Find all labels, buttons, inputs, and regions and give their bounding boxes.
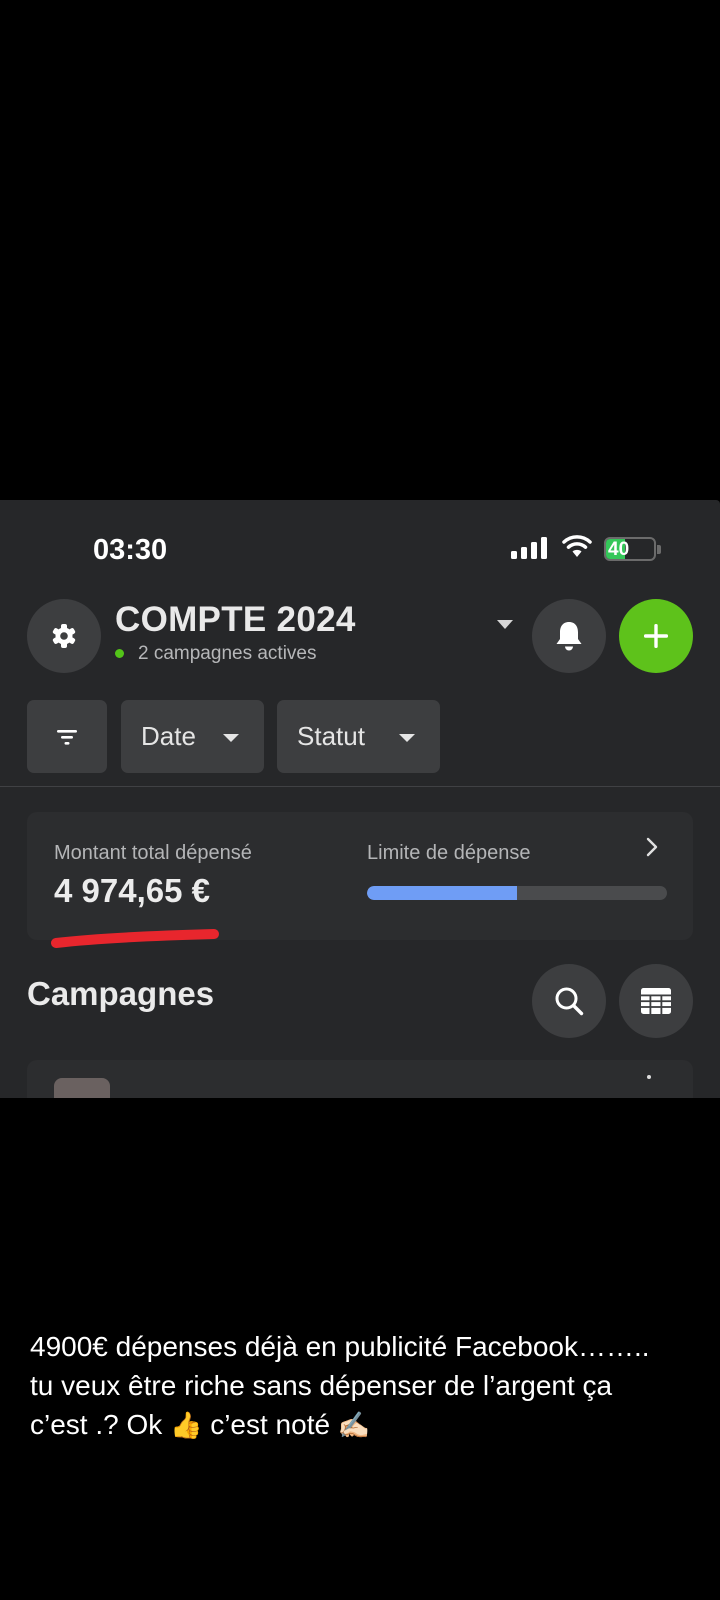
battery-indicator: 40 <box>604 537 656 561</box>
filter-button[interactable] <box>27 700 107 773</box>
caption-text: 4900€ dépenses déjà en publicité Faceboo… <box>30 1327 700 1445</box>
account-dropdown-caret-icon[interactable] <box>497 620 513 629</box>
spending-limit-bar <box>367 886 667 900</box>
caption-line-2: tu veux être riche sans dépenser de l’ar… <box>30 1370 613 1401</box>
active-campaigns-count: 2 campagnes actives <box>138 643 317 664</box>
notifications-button[interactable] <box>532 599 606 673</box>
gear-icon <box>52 624 76 648</box>
settings-button[interactable] <box>27 599 101 673</box>
plus-icon <box>644 624 668 648</box>
caption-line-3: c’est .? Ok 👍 c’est noté ✍🏻 <box>30 1405 700 1445</box>
caret-down-icon <box>399 734 415 742</box>
spending-limit-label: Limite de dépense <box>367 842 531 864</box>
table-view-button[interactable] <box>619 964 693 1038</box>
campaign-card[interactable] <box>27 1060 693 1098</box>
app-screenshot: 03:30 40 COMPTE 2024 2 campagnes actives <box>0 500 720 1098</box>
caption-line-3-end: c’est noté <box>210 1409 331 1440</box>
create-button[interactable] <box>619 599 693 673</box>
bell-icon <box>556 622 582 651</box>
caret-down-icon <box>223 734 239 742</box>
spending-limit-bar-fill <box>367 886 517 900</box>
thumbs-up-icon: 👍 <box>170 1410 203 1440</box>
table-icon <box>641 988 671 1015</box>
battery-level: 40 <box>608 539 630 560</box>
campaign-thumbnail <box>54 1078 110 1098</box>
battery-tip <box>657 545 661 554</box>
wifi-icon <box>562 535 592 557</box>
account-title[interactable]: COMPTE 2024 <box>115 600 356 640</box>
divider <box>0 786 720 787</box>
chevron-right-icon[interactable] <box>645 836 659 858</box>
total-spent-value: 4 974,65 € <box>54 872 210 909</box>
status-filter-label: Statut <box>297 721 365 751</box>
search-icon <box>555 987 584 1016</box>
writing-hand-icon: ✍🏻 <box>337 1410 371 1440</box>
campaigns-title: Campagnes <box>27 975 215 1012</box>
status-time: 03:30 <box>93 534 168 566</box>
filter-icon <box>57 729 77 745</box>
caption-line-3-start: c’est .? Ok <box>30 1409 163 1440</box>
status-filter-dropdown[interactable]: Statut <box>277 700 440 773</box>
search-button[interactable] <box>532 964 606 1038</box>
caption-line-1: 4900€ dépenses déjà en publicité Faceboo… <box>30 1331 650 1362</box>
spend-summary-card[interactable]: Montant total dépensé 4 974,65 € Limite … <box>27 812 693 940</box>
active-status-dot <box>115 649 124 658</box>
date-filter-label: Date <box>141 721 196 751</box>
total-spent-label: Montant total dépensé <box>54 842 252 864</box>
more-options-icon[interactable] <box>647 1075 651 1079</box>
date-filter-dropdown[interactable]: Date <box>121 700 264 773</box>
signal-icon <box>511 537 547 559</box>
red-underline-annotation <box>51 929 219 948</box>
